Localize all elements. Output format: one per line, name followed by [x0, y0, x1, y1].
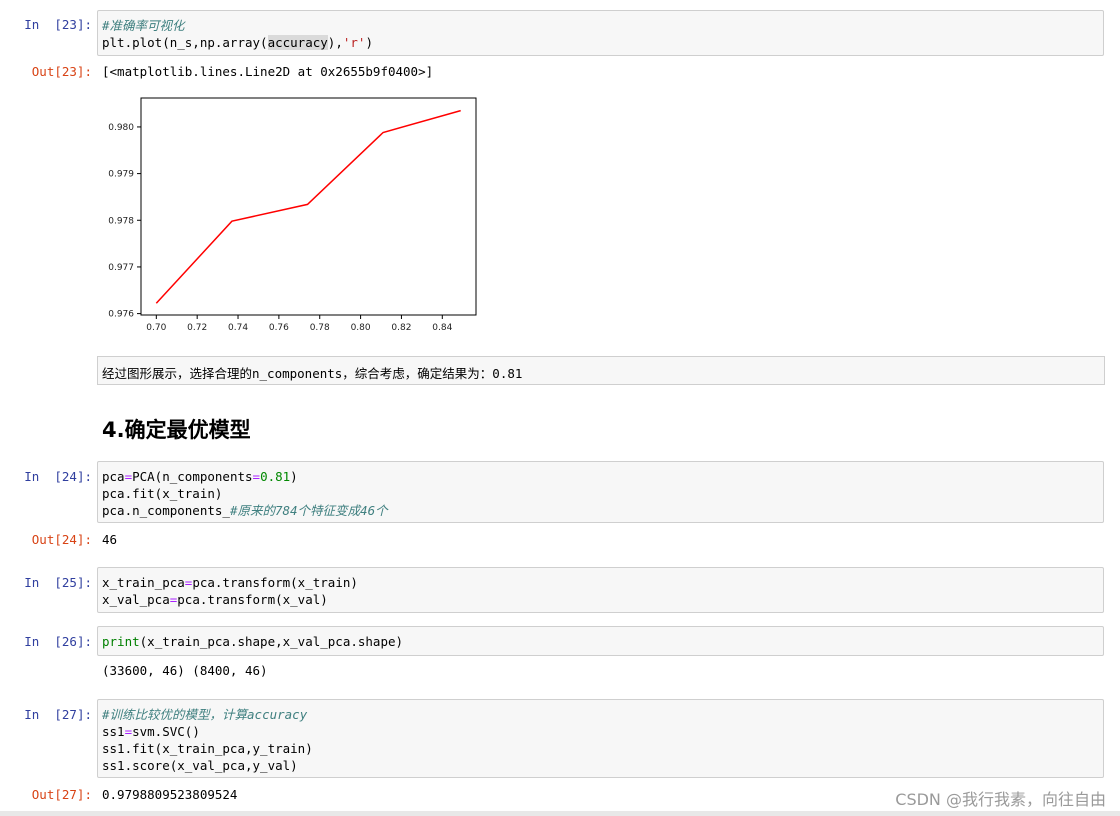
code-highlight: accuracy	[267, 35, 328, 50]
cell-24-in-prompt: In [24]:	[24, 469, 92, 484]
code-text: pca.transform(x_val)	[177, 592, 328, 607]
code-text: pca.transform(x_train)	[192, 575, 358, 590]
code-comment: #准确率可视化	[102, 18, 185, 33]
code-text: x_val_pca	[102, 592, 170, 607]
y-tick-label: 0.979	[108, 170, 134, 180]
code-text: ss1.score(x_val_pca,y_val)	[102, 758, 298, 773]
code-text: svm.SVC()	[132, 724, 200, 739]
csdn-watermark: CSDN @我行我素，向往自由	[895, 790, 1106, 809]
cell-24-out-prompt: Out[24]:	[31, 532, 92, 547]
cell-24-code: pca=PCA(n_components=0.81) pca.fit(x_tra…	[102, 468, 1099, 519]
code-text: x_train_pca	[102, 575, 185, 590]
x-tick-label: 0.76	[269, 323, 289, 333]
code-comment: #训练比较优的模型，计算accuracy	[102, 707, 308, 722]
cell-27-in-prompt: In [27]:	[24, 707, 92, 722]
plot-frame	[140, 97, 477, 316]
code-operator: =	[124, 724, 133, 739]
cell-23-output: [<matplotlib.lines.Line2D at 0x2655b9f04…	[102, 64, 434, 79]
cell-24-output: 46	[102, 532, 118, 547]
cell-26-input[interactable]: print(x_train_pca.shape,x_val_pca.shape)	[97, 626, 1104, 656]
x-tick-label: 0.72	[187, 323, 207, 333]
x-tick-label: 0.74	[228, 323, 248, 333]
x-tick-label: 0.70	[146, 323, 166, 333]
code-text: ss1.fit(x_train_pca,y_train)	[102, 741, 313, 756]
code-string: 'r'	[342, 35, 366, 50]
cell-26-code: print(x_train_pca.shape,x_val_pca.shape)	[102, 633, 1099, 650]
cell-27-code: #训练比较优的模型，计算accuracy ss1=svm.SVC() ss1.f…	[102, 706, 1099, 774]
code-number: 0.81	[260, 469, 291, 484]
cell-23-in-prompt: In [23]:	[24, 17, 92, 32]
section-heading: 4.确定最优模型	[102, 418, 251, 442]
y-tick-label: 0.976	[108, 310, 134, 320]
accuracy-line-chart: 0.70 0.72 0.74 0.76 0.78 0.80 0.82 0.84 0.976 0.9…	[108, 97, 477, 333]
code-text: ss1	[102, 724, 125, 739]
cell-23-input[interactable]: #准确率可视化 plt.plot(n_s,np.array(accuracy),…	[97, 10, 1104, 56]
x-tick-label: 0.80	[351, 323, 371, 333]
code-text: )	[290, 469, 298, 484]
code-text: plt.plot(n_s,np.array(	[102, 35, 268, 50]
cell-25-in-prompt: In [25]:	[24, 575, 92, 590]
y-tick-label: 0.977	[108, 263, 134, 273]
cell-25-input[interactable]: x_train_pca=pca.transform(x_train) x_val…	[97, 567, 1104, 613]
y-tick-label: 0.978	[108, 216, 134, 226]
y-tick-label: 0.980	[108, 123, 134, 133]
cell-24-input[interactable]: pca=PCA(n_components=0.81) pca.fit(x_tra…	[97, 461, 1104, 523]
cell-27-out-prompt: Out[27]:	[31, 787, 92, 802]
code-operator: =	[124, 469, 133, 484]
cell-27-output: 0.9798809523809524	[102, 787, 238, 802]
cell-26-in-prompt: In [26]:	[24, 634, 92, 649]
code-text: pca.n_components_	[102, 503, 230, 518]
cell-25-code: x_train_pca=pca.transform(x_train) x_val…	[102, 574, 1099, 608]
cell-23-code: #准确率可视化 plt.plot(n_s,np.array(accuracy),…	[102, 17, 1099, 51]
x-tick-label: 0.78	[310, 323, 330, 333]
code-operator: =	[252, 469, 261, 484]
code-comment: #原来的784个特征变成46个	[229, 503, 388, 518]
markdown-conclusion: 经过图形展示，选择合理的n_components，综合考虑，确定结果为：0.81	[97, 356, 1105, 385]
code-text: pca	[102, 469, 125, 484]
cell-26-output: (33600, 46) (8400, 46)	[102, 663, 268, 678]
code-text: (x_train_pca.shape,x_val_pca.shape)	[139, 634, 404, 649]
bottom-scrollbar-track[interactable]	[0, 811, 1120, 816]
code-text: PCA(n_components	[132, 469, 253, 484]
cell-23-out-prompt: Out[23]:	[31, 64, 92, 79]
cell-27-input[interactable]: #训练比较优的模型，计算accuracy ss1=svm.SVC() ss1.f…	[97, 699, 1104, 778]
code-text: pca.fit(x_train)	[102, 486, 223, 501]
x-tick-label: 0.82	[391, 323, 411, 333]
x-tick-label: 0.84	[432, 323, 452, 333]
code-builtin: print	[102, 634, 140, 649]
code-text: )	[365, 35, 373, 50]
code-text: ),	[327, 35, 343, 50]
